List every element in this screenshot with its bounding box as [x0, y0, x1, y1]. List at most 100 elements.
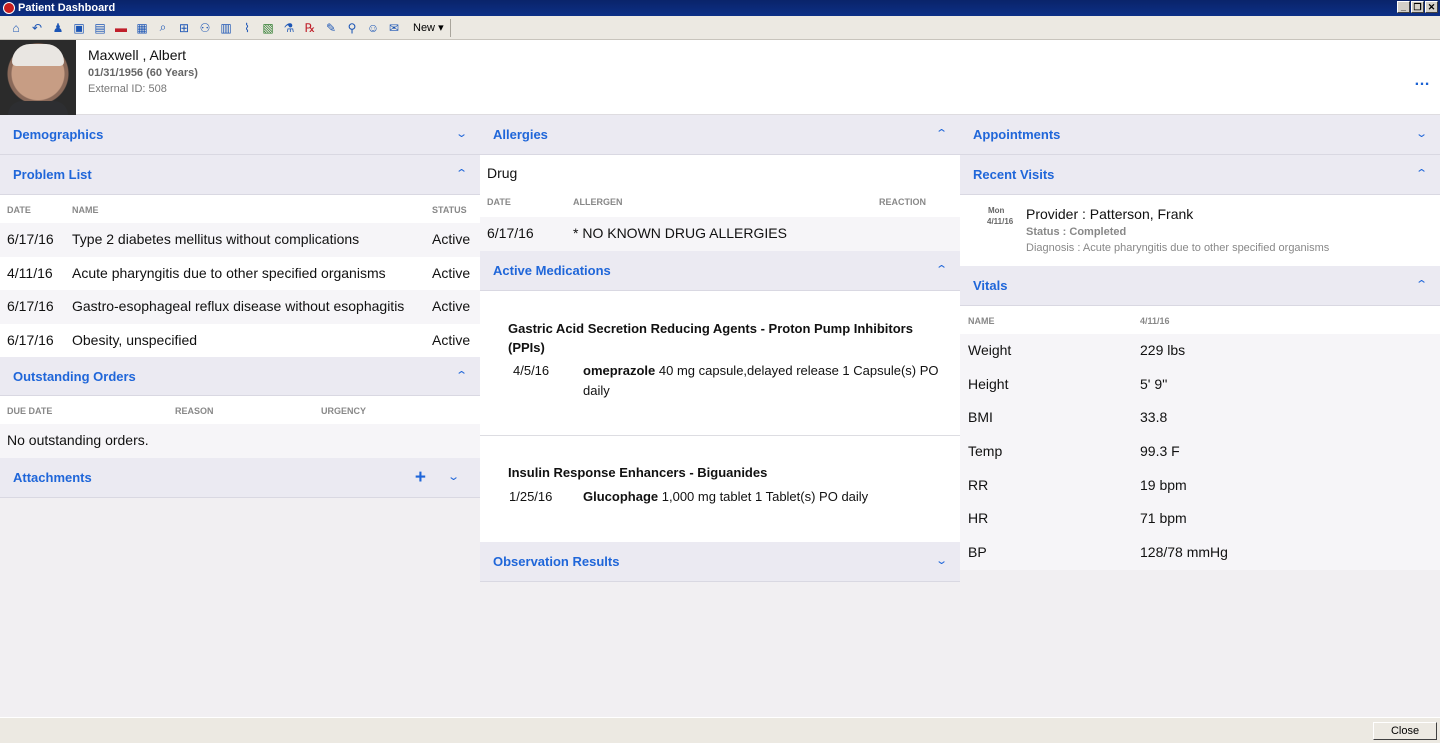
table-row[interactable]: 4/11/16 Acute pharyngitis due to other s…: [0, 256, 480, 290]
chevron-down-icon[interactable]: ⌄: [455, 127, 468, 140]
vital-value: 5' 9'': [1140, 375, 1168, 392]
appointments-title: Appointments: [973, 127, 1061, 142]
observation-results-title: Observation Results: [493, 554, 620, 569]
new-dropdown[interactable]: New ▾: [407, 18, 451, 37]
appointments-header[interactable]: Appointments ⌄: [960, 115, 1440, 155]
col-reaction: REACTION: [879, 197, 926, 207]
medication-class: Gastric Acid Secretion Reducing Agents -…: [508, 321, 913, 355]
visit-date: 4/11/16: [987, 217, 1014, 226]
problem-date: 4/11/16: [7, 264, 53, 281]
patient-dob: 01/31/1956 (60 Years): [88, 67, 198, 79]
attachments-header[interactable]: Attachments + ⌄: [0, 457, 480, 498]
search-record-icon[interactable]: ⌕: [155, 20, 171, 36]
document-icon[interactable]: ▤: [92, 20, 108, 36]
hierarchy-icon[interactable]: ⊞: [176, 20, 192, 36]
patient-header: Maxwell , Albert 01/31/1956 (60 Years) E…: [0, 40, 1440, 115]
home-icon[interactable]: ⌂: [8, 20, 24, 36]
col-vitals-date: 4/11/16: [1140, 316, 1170, 326]
recent-visits-header[interactable]: Recent Visits ⌃: [960, 155, 1440, 195]
chevron-up-icon[interactable]: ⌃: [1415, 167, 1428, 180]
bar-chart-icon[interactable]: ▥: [218, 20, 234, 36]
problem-date: 6/17/16: [7, 231, 54, 247]
lab-icon[interactable]: ⚗: [281, 20, 297, 36]
chevron-up-icon[interactable]: ⌃: [455, 369, 468, 382]
window-titlebar: Patient Dashboard _ ❐ ✕: [0, 0, 1440, 16]
flask-icon[interactable]: ⚲: [344, 20, 360, 36]
allergy-date: 6/17/16: [487, 225, 534, 241]
right-column: Appointments ⌄ Recent Visits ⌃ Mon 4/11/…: [960, 115, 1440, 570]
vital-name: HR: [968, 510, 989, 527]
user-icon[interactable]: ☺: [365, 20, 381, 36]
orders-icon[interactable]: ▧: [260, 20, 276, 36]
notes-icon[interactable]: ✎: [323, 20, 339, 36]
table-row[interactable]: 6/17/16 Obesity, unspecified Active: [0, 323, 480, 357]
allergies-title: Allergies: [493, 127, 548, 142]
chevron-down-icon[interactable]: ⌄: [447, 470, 460, 483]
medication-entry: Glucophage 1,000 mg tablet 1 Tablet(s) P…: [583, 487, 943, 507]
report-icon[interactable]: ▦: [134, 20, 150, 36]
table-row[interactable]: 6/17/16 * NO KNOWN DRUG ALLERGIES: [480, 217, 960, 251]
problem-list-header[interactable]: Problem List ⌃: [0, 155, 480, 195]
vital-name: Weight: [968, 342, 1012, 358]
active-medications-header[interactable]: Active Medications ⌃: [480, 251, 960, 291]
minimize-button[interactable]: _: [1397, 1, 1410, 13]
close-window-button[interactable]: ✕: [1425, 1, 1438, 13]
id-card-icon[interactable]: ▬: [113, 20, 129, 36]
vital-name: BMI: [968, 409, 993, 426]
chevron-up-icon[interactable]: ⌃: [935, 263, 948, 276]
col-allergen: ALLERGEN: [573, 197, 623, 207]
medication-entry: omeprazole 40 mg capsule,delayed release…: [583, 361, 943, 401]
erx-icon[interactable]: ✉: [386, 20, 402, 36]
middle-column: Allergies ⌃ Drug DATE ALLERGEN REACTION …: [480, 115, 960, 582]
observation-results-header[interactable]: Observation Results ⌄: [480, 542, 960, 582]
col-name: NAME: [968, 316, 995, 326]
table-row[interactable]: 6/17/16 Type 2 diabetes mellitus without…: [0, 223, 480, 257]
vital-value: 19 bpm: [1140, 476, 1187, 493]
medication-group[interactable]: Gastric Acid Secretion Reducing Agents -…: [480, 291, 960, 436]
chart-icon[interactable]: ▣: [71, 20, 87, 36]
chevron-up-icon[interactable]: ⌃: [935, 127, 948, 140]
chevron-down-icon[interactable]: ⌄: [1415, 127, 1428, 140]
window-controls: _ ❐ ✕: [1397, 1, 1438, 13]
demographics-title: Demographics: [13, 127, 104, 142]
problem-list-columns: DATE NAME STATUS: [0, 195, 480, 223]
col-date: DATE: [487, 197, 511, 207]
trend-icon[interactable]: ⌇: [239, 20, 255, 36]
vital-value: 128/78 mmHg: [1140, 544, 1228, 561]
medication-drug: omeprazole: [583, 363, 656, 378]
demographics-header[interactable]: Demographics ⌄: [0, 115, 480, 155]
vital-value: 99.3 F: [1140, 443, 1180, 460]
footer-bar: Close: [0, 717, 1440, 743]
table-row[interactable]: 6/17/16 Gastro-esophageal reflux disease…: [0, 290, 480, 324]
col-due-date: DUE DATE: [7, 406, 53, 416]
add-attachment-icon[interactable]: +: [415, 467, 426, 489]
outstanding-orders-header[interactable]: Outstanding Orders ⌃: [0, 357, 480, 396]
person-icon[interactable]: ♟: [50, 20, 66, 36]
vitals-header[interactable]: Vitals ⌃: [960, 266, 1440, 306]
problem-status: Active: [432, 231, 471, 247]
vital-name: RR: [968, 476, 989, 493]
recent-visits-title: Recent Visits: [973, 167, 1055, 182]
medication-group[interactable]: Insulin Response Enhancers - Biguanides …: [480, 436, 960, 542]
allergies-header[interactable]: Allergies ⌃: [480, 115, 960, 155]
col-reason: REASON: [175, 406, 214, 416]
vital-name: BP: [968, 544, 987, 561]
more-options-icon[interactable]: …: [1414, 72, 1430, 90]
vital-value: 33.8: [1140, 409, 1168, 426]
rx-icon[interactable]: ℞: [302, 20, 318, 36]
chevron-up-icon[interactable]: ⌃: [1415, 278, 1428, 291]
medication-date: 1/25/16: [509, 489, 553, 504]
close-button[interactable]: Close: [1373, 722, 1437, 740]
people-icon[interactable]: ⚇: [197, 20, 213, 36]
restore-button[interactable]: ❐: [1411, 1, 1424, 13]
vital-value: 229 lbs: [1140, 342, 1186, 358]
patient-external-id: External ID: 508: [88, 83, 167, 95]
chevron-down-icon[interactable]: ⌄: [935, 554, 948, 567]
chevron-up-icon[interactable]: ⌃: [455, 167, 468, 180]
outstanding-orders-title: Outstanding Orders: [13, 368, 136, 384]
vitals-row: Weight 229 lbs: [960, 334, 1440, 368]
back-icon[interactable]: ↶: [29, 20, 45, 36]
recent-visit-item[interactable]: Mon 4/11/16 Provider : Patterson, Frank …: [960, 195, 1440, 266]
visit-day: Mon: [988, 206, 1005, 215]
toolbar: ⌂ ↶ ♟ ▣ ▤ ▬ ▦ ⌕ ⊞ ⚇ ▥ ⌇ ▧ ⚗ ℞ ✎ ⚲ ☺ ✉ Ne…: [0, 16, 1440, 40]
